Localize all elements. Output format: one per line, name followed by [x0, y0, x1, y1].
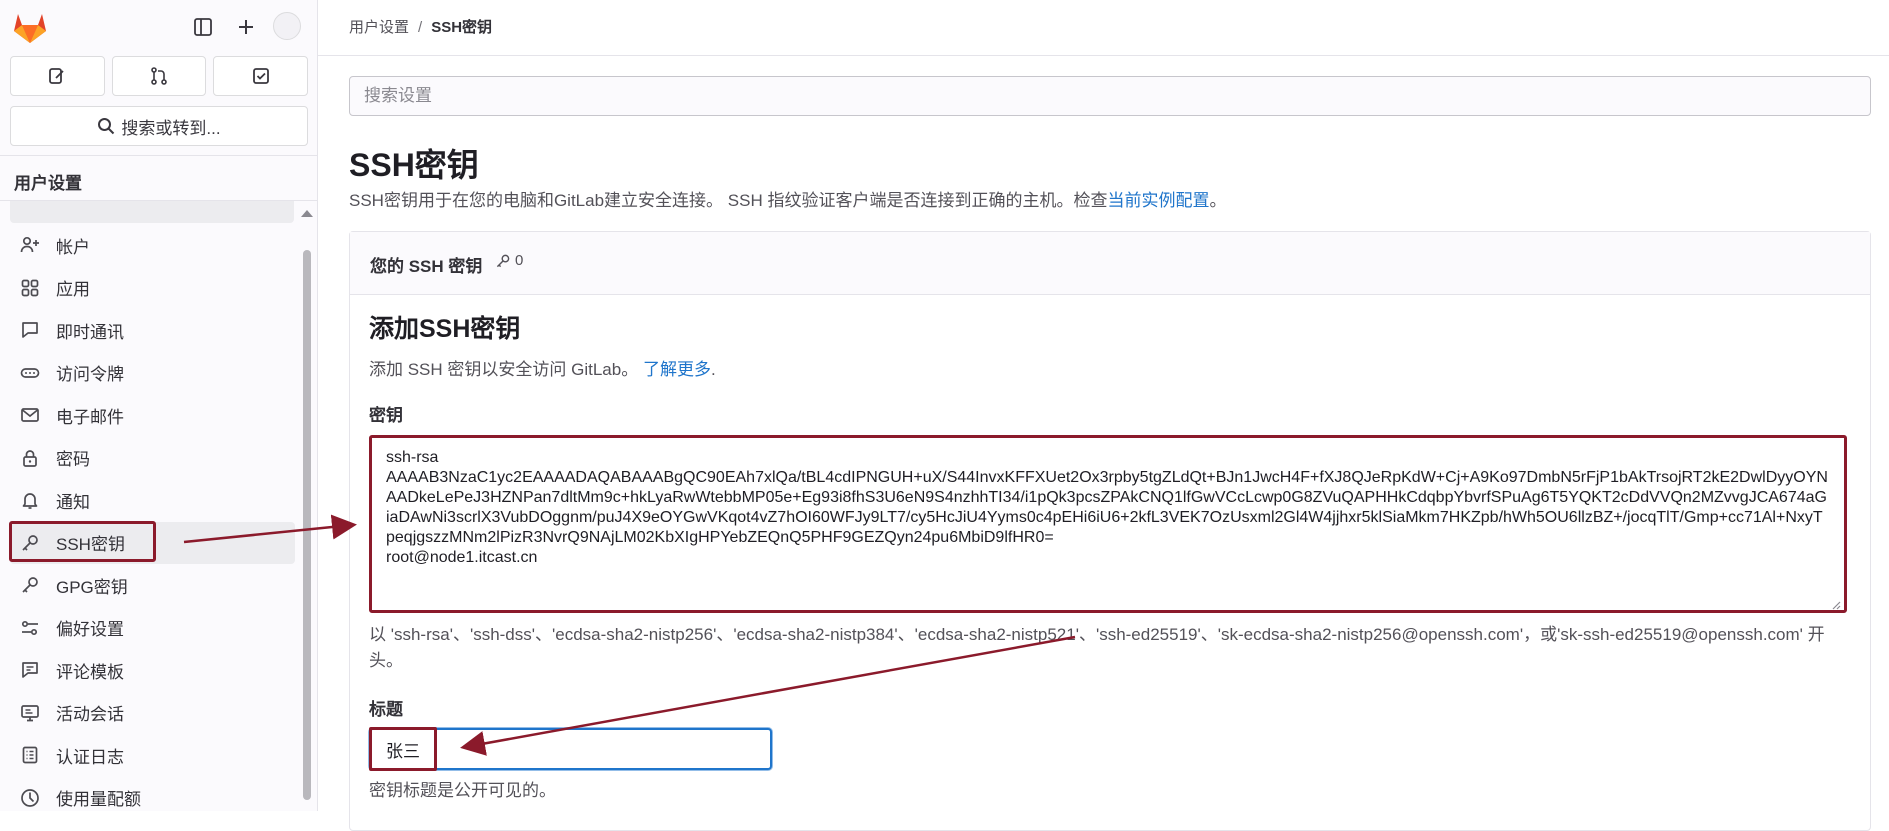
bell-icon [18, 488, 42, 512]
sidebar-section-title: 用户设置 [14, 174, 82, 193]
title-help-text: 密钥标题是公开可见的。 [369, 781, 556, 800]
sidebar-item-preferences[interactable]: 偏好设置 [10, 607, 295, 650]
sidebar-item-notifications[interactable]: 通知 [10, 479, 295, 522]
sidebar-section-header: 用户设置 [0, 155, 318, 201]
merge-request-icon [151, 67, 167, 85]
user-plus-icon [18, 233, 42, 257]
todo-button[interactable] [213, 56, 309, 96]
top-bar: 用户设置 / SSH密钥 [318, 0, 1889, 56]
title-input-value[interactable]: 张三 [369, 727, 437, 771]
sidebar-item-access-tokens[interactable]: 访问令牌 [10, 352, 295, 395]
add-ssh-key-description: 添加 SSH 密钥以安全访问 GitLab。 了解更多. [369, 360, 716, 379]
breadcrumb-current[interactable]: SSH密钥 [431, 19, 492, 36]
key-count: 0 [495, 252, 523, 269]
add-ssh-key-title: 添加SSH密钥 [369, 315, 521, 343]
instance-configuration-link[interactable]: 当前实例配置 [1107, 191, 1209, 210]
search-or-goto-button[interactable]: 搜索或转到... [10, 106, 308, 146]
scrollbar-thumb[interactable] [303, 250, 311, 800]
sidebar-item-active-sessions[interactable]: 活动会话 [10, 692, 295, 735]
key-format-hint: 以 'ssh-rsa'、'ssh-dss'、'ecdsa-sha2-nistp2… [369, 625, 1825, 670]
scroll-up-arrow-icon[interactable] [301, 210, 313, 217]
sidebar-item-applications[interactable]: 应用 [10, 267, 295, 310]
sidebar-item-account[interactable]: 帐户 [10, 224, 295, 267]
sidebar-item-password[interactable]: 密码 [10, 437, 295, 480]
sidebar-item-chat[interactable]: 即时通讯 [10, 309, 295, 352]
log-icon [18, 743, 42, 767]
key-icon [496, 254, 510, 267]
settings-search-input[interactable] [349, 76, 1871, 116]
issues-button[interactable] [10, 56, 105, 96]
search-icon [98, 118, 115, 135]
merge-requests-button[interactable] [111, 56, 207, 96]
issues-icon [49, 68, 64, 84]
sidebar-item-comment-templates[interactable]: 评论模板 [10, 649, 295, 692]
page-description: SSH密钥用于在您的电脑和GitLab建立安全连接。 SSH 指纹验证客户端是否… [349, 191, 1227, 210]
gitlab-logo-icon[interactable] [12, 10, 48, 44]
sidebar-item-usage-quotas[interactable]: 使用量配额 [10, 777, 295, 820]
breadcrumb-user-settings[interactable]: 用户设置 [349, 19, 409, 36]
preferences-icon [18, 616, 42, 640]
key-icon [18, 573, 42, 597]
sidebar-item-emails[interactable]: 电子邮件 [10, 394, 295, 437]
search-or-goto-label: 搜索或转到... [121, 118, 221, 138]
comment-template-icon [18, 658, 42, 682]
card-header: 您的 SSH 密钥 0 [350, 232, 1870, 295]
key-textarea[interactable]: ssh-rsa AAAAB3NzaC1yc2EAAAADAQABAAABgQC9… [369, 435, 1847, 613]
annotation-highlight-ssh-keys [9, 521, 156, 562]
token-icon [18, 361, 42, 385]
sidebar-toggle-icon[interactable] [188, 12, 218, 42]
learn-more-link[interactable]: 了解更多 [643, 360, 711, 379]
title-label: 标题 [369, 700, 403, 719]
monitor-icon [18, 701, 42, 725]
quick-actions [10, 56, 309, 96]
plus-icon[interactable] [231, 12, 261, 42]
lock-icon [18, 446, 42, 470]
todo-icon [252, 68, 269, 84]
breadcrumb: 用户设置 / SSH密钥 [349, 16, 492, 37]
applications-icon [18, 276, 42, 300]
sidebar-scrollbar[interactable] [300, 206, 313, 811]
mail-icon [18, 403, 42, 427]
sidebar: 搜索或转到... 用户设置 帐户 应用 即时通讯 访问令牌 电子邮件 密码 通知… [0, 0, 318, 811]
key-count-value: 0 [515, 252, 524, 269]
breadcrumb-separator: / [418, 19, 423, 36]
quota-icon [18, 786, 42, 810]
sidebar-item-gpg-keys[interactable]: GPG密钥 [10, 564, 295, 607]
page-title: SSH密钥 [349, 147, 479, 183]
key-label: 密钥 [369, 406, 403, 425]
avatar[interactable] [273, 12, 301, 40]
chat-icon [18, 318, 42, 342]
card-title: 您的 SSH 密钥 [370, 257, 483, 276]
sidebar-item-partially-hidden[interactable] [10, 201, 294, 223]
resize-handle-icon[interactable] [1831, 600, 1841, 610]
sidebar-item-authentication-log[interactable]: 认证日志 [10, 734, 295, 777]
